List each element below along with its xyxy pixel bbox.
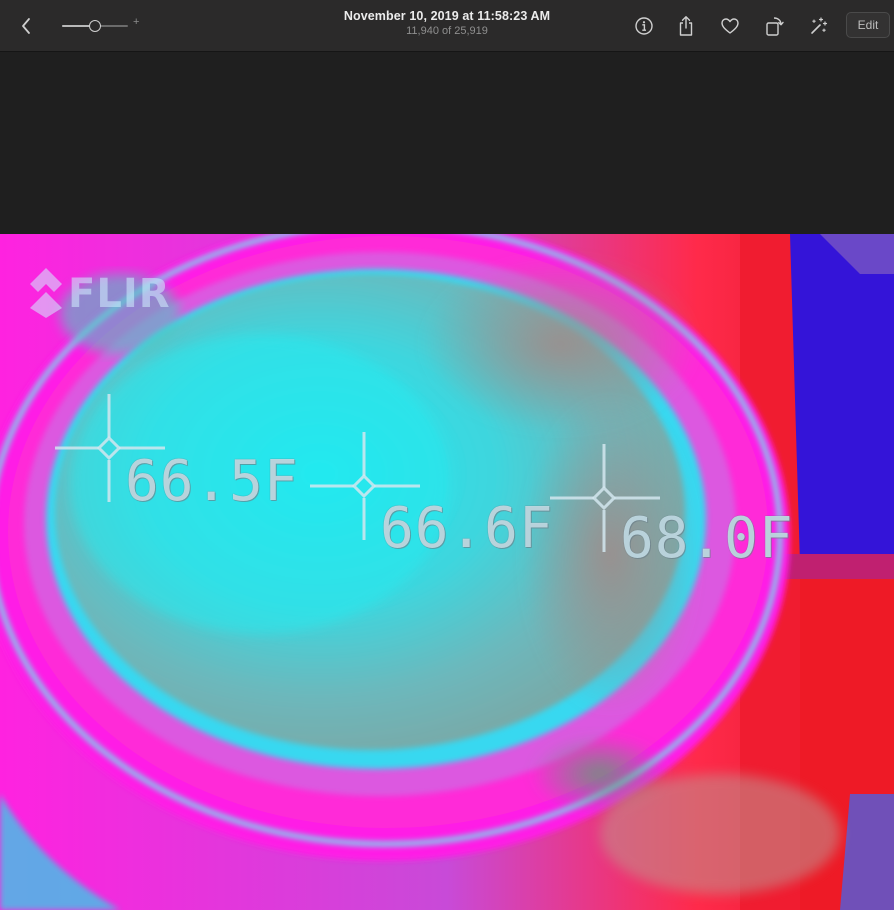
temperature-reading-2: 66.6F — [380, 496, 554, 561]
rotate-icon — [766, 17, 784, 36]
flir-diamond-icon — [30, 268, 62, 318]
magic-wand-icon — [811, 17, 828, 34]
share-icon — [679, 16, 693, 36]
zoom-slider[interactable] — [60, 16, 130, 36]
flir-logo-text: FLIR — [68, 271, 171, 317]
zoom-knob[interactable] — [89, 20, 101, 32]
chevron-left-icon — [22, 18, 30, 34]
zoom-plus-label: + — [133, 16, 140, 28]
toolbar: + November 10, 2019 at 11:58:23 AM 11,94… — [0, 0, 894, 52]
heart-icon — [721, 18, 739, 34]
rotate-button[interactable] — [762, 14, 786, 38]
photo-date-title: November 10, 2019 at 11:58:23 AM — [343, 9, 551, 23]
flir-logo: FLIR — [28, 266, 198, 322]
share-button[interactable] — [674, 14, 698, 38]
info-icon — [635, 17, 653, 35]
temperature-reading-1: 66.5F — [125, 449, 299, 514]
temperature-reading-3: 68.0F — [620, 506, 794, 571]
info-button[interactable] — [632, 14, 656, 38]
enhance-button[interactable] — [806, 14, 830, 38]
thermal-image — [0, 234, 894, 910]
back-button[interactable] — [14, 14, 38, 38]
edit-button[interactable]: Edit — [846, 12, 890, 38]
photo-count-subtitle: 11,940 of 25,919 — [406, 25, 488, 37]
title-block: November 10, 2019 at 11:58:23 AM 11,940 … — [300, 9, 594, 37]
favorite-button[interactable] — [718, 14, 742, 38]
thermal-photo[interactable]: FLIR 66.5F 66.6F 68.0F — [0, 234, 894, 910]
